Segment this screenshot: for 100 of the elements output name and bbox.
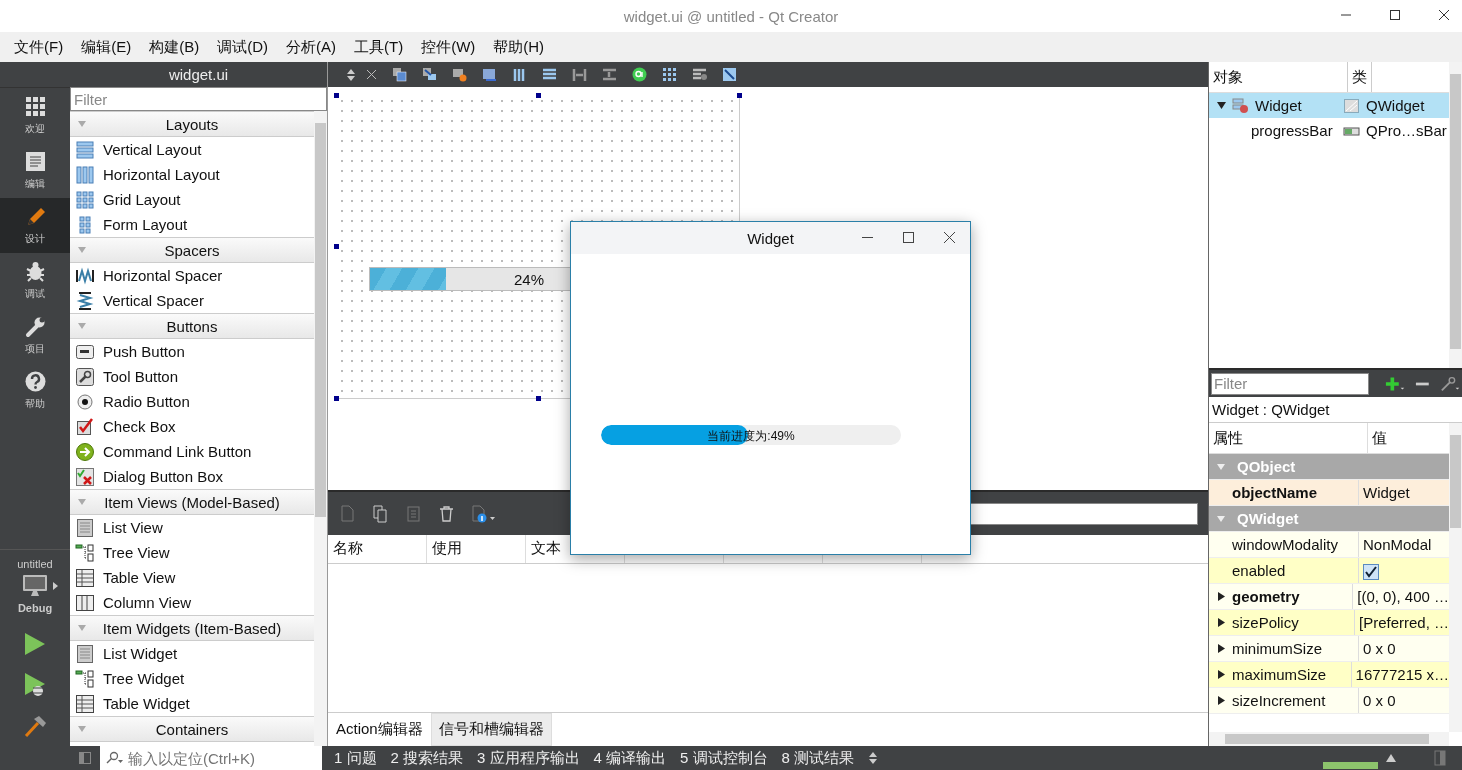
expand-arrow-icon[interactable] [1218,696,1225,705]
filter-field[interactable]: Filter [70,87,327,111]
resize-handle[interactable] [536,396,541,401]
menu-item[interactable]: 分析(A) [286,37,336,57]
category-header[interactable]: Item Views (Model-Based) [70,489,314,515]
property-row[interactable]: geometry [(0, 0), 400 … [1209,584,1449,610]
copy-icon[interactable] [371,504,390,523]
mode-button[interactable]: 调试 [0,253,70,308]
column-header[interactable]: 属性 [1209,423,1368,453]
close-icon[interactable] [944,232,955,243]
mode-button[interactable]: 欢迎 [0,88,70,143]
widget-item[interactable]: Vertical Spacer [70,288,314,313]
widget-item[interactable]: Vertical Layout [70,137,314,162]
tag-icon[interactable] [452,67,467,82]
output-pane-button[interactable]: 3 应用程序输出 [477,748,580,768]
widget-item[interactable]: Tool Button [70,364,314,389]
expand-arrow-icon[interactable] [1218,670,1225,679]
qt-logo-icon[interactable] [632,67,647,82]
widget-item[interactable]: Horizontal Layout [70,162,314,187]
resize-handle[interactable] [536,93,541,98]
mode-button[interactable]: 项目 [0,308,70,363]
widget-item[interactable]: Tree Widget [70,666,314,691]
form-icon[interactable] [692,67,707,82]
property-row[interactable]: minimumSize 0 x 0 [1209,636,1449,662]
category-header[interactable]: Containers [70,716,314,742]
output-pane-button[interactable]: 5 调试控制台 [680,748,768,768]
mode-button[interactable]: 编辑 [0,143,70,198]
column-header[interactable]: 对象 [1209,62,1348,92]
stack-icon[interactable] [422,67,437,82]
output-pane-button[interactable]: 4 编译输出 [593,748,667,768]
rows-icon[interactable] [542,67,557,82]
widget-item[interactable]: Tree View [70,540,314,565]
category-header[interactable]: Buttons [70,313,314,339]
sidebar-toggle-icon[interactable] [78,751,92,765]
resize-handle[interactable] [737,93,742,98]
widget-item[interactable]: Horizontal Spacer [70,263,314,288]
expand-arrow-icon[interactable] [1217,101,1226,110]
run-icon[interactable] [24,632,46,656]
widget-item[interactable]: Check Box [70,414,314,439]
category-header[interactable]: Item Widgets (Item-Based) [70,615,314,641]
tab[interactable]: 信号和槽编辑器 [430,713,552,746]
widget-item[interactable]: Radio Button [70,389,314,414]
scrollbar[interactable] [1209,732,1449,746]
menu-item[interactable]: 编辑(E) [81,37,132,57]
up-arrow-icon[interactable] [1386,754,1396,762]
grid-icon[interactable] [662,67,677,82]
property-row[interactable]: objectName Widget [1209,480,1449,506]
column-header[interactable]: 名称 [328,535,427,563]
close-icon[interactable] [1438,9,1450,21]
widget-item[interactable]: List Widget [70,641,314,666]
widget-item[interactable]: Form Layout [70,212,314,237]
info-icon[interactable] [470,504,496,523]
property-row[interactable]: maximumSize 16777215 x… [1209,662,1449,688]
property-row[interactable]: sizePolicy [Preferred, … [1209,610,1449,636]
property-row[interactable]: sizeIncrement 0 x 0 [1209,688,1449,714]
scrollbar[interactable] [1449,62,1462,368]
category-header[interactable]: Spacers [70,237,314,263]
split-icon[interactable] [572,67,587,82]
widget-item[interactable]: Push Button [70,339,314,364]
menu-item[interactable]: 工具(T) [354,37,404,57]
column-header[interactable]: 类 [1348,62,1372,92]
category-header[interactable]: Layouts [70,111,314,137]
up-down-icon[interactable] [346,67,356,82]
debug-run-icon[interactable] [24,672,46,698]
widget-item[interactable]: Command Link Button [70,439,314,464]
expand-arrow-icon[interactable] [1218,644,1225,653]
menu-item[interactable]: 帮助(H) [493,37,545,57]
scrollbar[interactable] [1449,423,1462,732]
menu-item[interactable]: 文件(F) [14,37,64,57]
hammer-icon[interactable] [23,714,47,738]
widget-item[interactable]: Grid Layout [70,187,314,212]
column-header[interactable]: 使用 [427,535,526,563]
menu-item[interactable]: 控件(W) [421,37,476,57]
up-down-icon[interactable] [868,751,879,765]
close-icon[interactable] [366,69,377,80]
resize-handle[interactable] [334,93,339,98]
widget-item[interactable]: Table View [70,565,314,590]
expand-arrow-icon[interactable] [1218,592,1225,601]
maximize-icon[interactable] [903,232,914,243]
resize-icon[interactable] [722,67,737,82]
property-row[interactable]: windowModality NonModal [1209,532,1449,558]
scrollbar[interactable] [314,111,327,746]
widget-item[interactable]: Column View [70,590,314,615]
resize-handle[interactable] [334,396,339,401]
output-pane-button[interactable]: 2 搜索结果 [390,748,464,768]
mode-button[interactable]: 帮助 [0,363,70,418]
column-header[interactable]: 值 [1368,423,1391,453]
maximize-icon[interactable] [1389,9,1401,21]
locator-field[interactable]: 输入以定位(Ctrl+K) [100,746,322,770]
trash-icon[interactable] [437,504,456,523]
widget-item[interactable]: Dialog Button Box [70,464,314,489]
output-pane-button[interactable]: 8 测试结果 [781,748,855,768]
menu-item[interactable]: 调试(D) [217,37,268,57]
output-pane-button[interactable]: 1 问题 [334,748,377,768]
split-icon[interactable] [602,67,617,82]
checkbox[interactable] [1363,563,1379,580]
expand-arrow-icon[interactable] [1218,618,1225,627]
stack-icon[interactable] [392,67,407,82]
filter-field[interactable]: Filter [1211,372,1369,395]
mode-button[interactable]: 设计 [0,198,70,253]
